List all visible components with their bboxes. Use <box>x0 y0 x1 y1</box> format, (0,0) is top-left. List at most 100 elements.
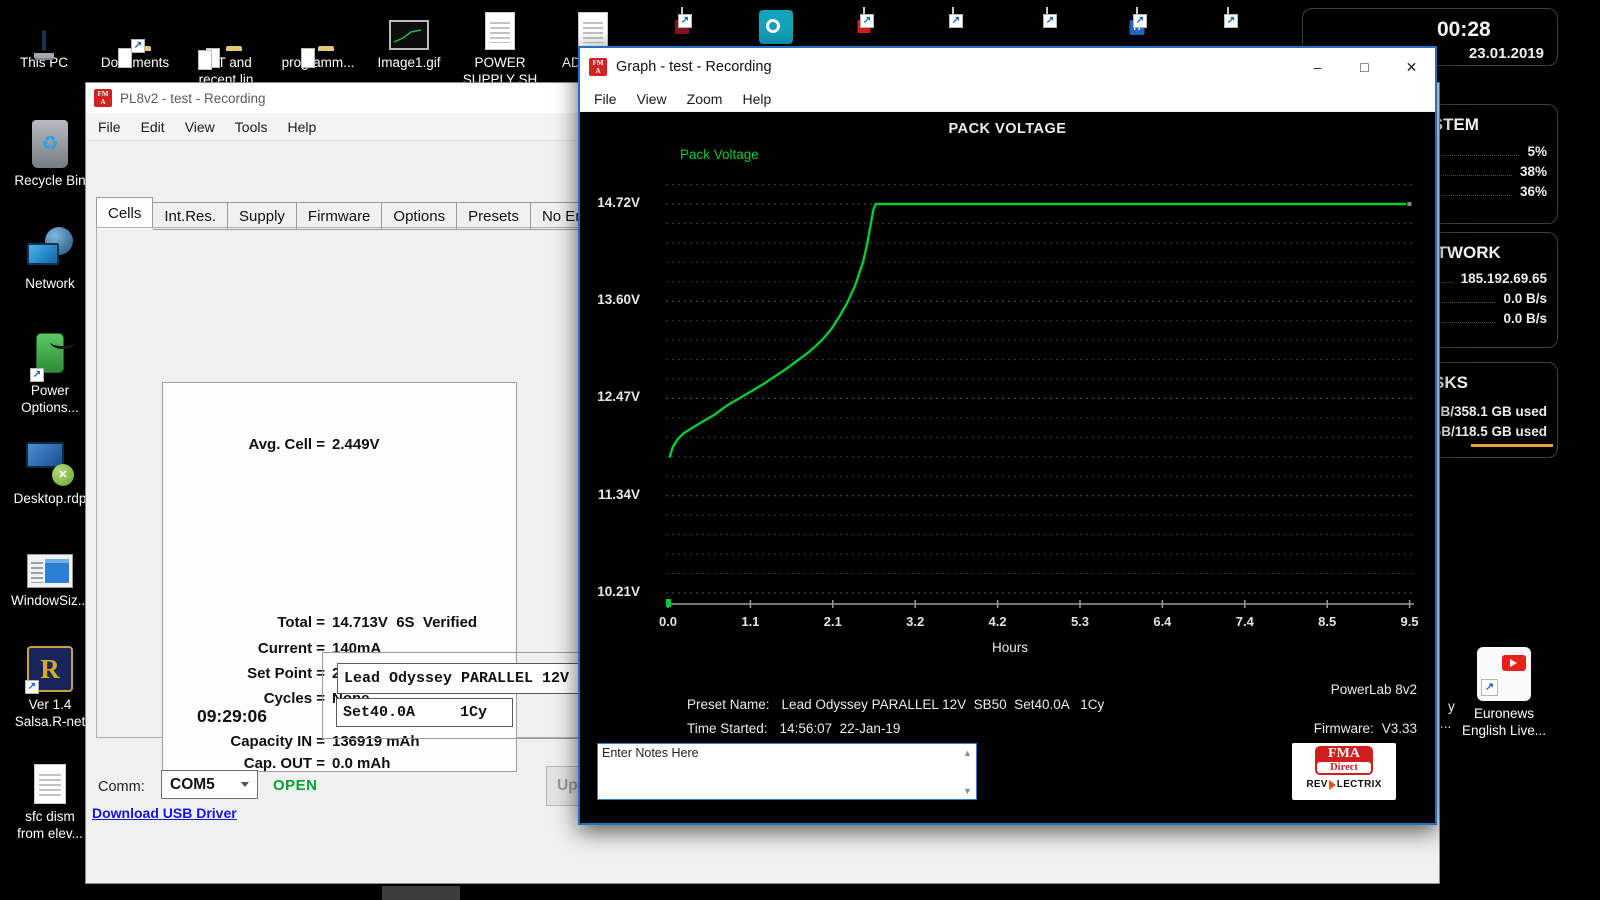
network-globe-icon <box>27 227 73 271</box>
icon-label: Image1.gif <box>365 54 453 71</box>
comm-status: OPEN <box>273 777 318 794</box>
icon-label-line2: English Live... <box>1444 722 1564 739</box>
desktop-shortcut-fma-red[interactable]: ↗ <box>849 8 879 26</box>
desktop-shortcut-plain-2[interactable]: ↗ <box>1213 8 1243 26</box>
shortcut-page-icon: ↗ <box>1046 7 1048 26</box>
menu-help[interactable]: Help <box>732 87 781 111</box>
x-axis-title: Hours <box>960 640 1060 655</box>
close-button[interactable]: ✕ <box>1388 48 1435 86</box>
disk-d-usage-value: GB/118.5 GB used <box>1431 424 1547 439</box>
y-axis-tick-label: 12.47V <box>580 389 640 404</box>
menu-tools[interactable]: Tools <box>225 115 278 139</box>
desktop-shortcut-blue-h[interactable]: H↗ <box>1122 8 1152 26</box>
cycles-label: Cycles = <box>163 690 325 707</box>
tab-presets[interactable]: Presets <box>457 202 531 230</box>
menu-file[interactable]: File <box>584 87 627 111</box>
remote-desktop-icon: ✕ <box>26 442 74 486</box>
ip-address-value: 185.192.69.65 <box>1461 271 1547 286</box>
scroll-down-icon[interactable]: ▼ <box>963 786 972 796</box>
menu-view[interactable]: View <box>627 87 677 111</box>
icon-label: programm... <box>274 54 362 71</box>
tab-cells[interactable]: Cells <box>96 197 153 229</box>
menu-file[interactable]: File <box>88 115 131 139</box>
tab-int-res[interactable]: Int.Res. <box>153 202 228 230</box>
time-started-value: 14:56:07 22-Jan-19 <box>780 721 901 736</box>
desktop-icon-image1-gif[interactable]: Image1.gif <box>365 8 453 71</box>
ram-usage-value: 38% <box>1520 164 1547 179</box>
logo-fma-text: FMA <box>1317 747 1371 761</box>
device-name: PowerLab 8v2 <box>1331 682 1417 697</box>
y-axis-tick-label: 10.21V <box>580 584 640 599</box>
icon-label: Documents <box>91 54 179 71</box>
graph-window: FMA Graph - test - Recording – □ ✕ File … <box>578 46 1437 825</box>
firmware-value: V3.33 <box>1382 721 1417 736</box>
disk-c-usage-value: GB/358.1 GB used <box>1430 404 1547 419</box>
bottom-strip <box>0 884 1600 900</box>
cpu-usage-value: 5% <box>1527 144 1547 159</box>
y-axis-tick-label: 13.60V <box>580 292 640 307</box>
recycle-bin-icon: ♻ <box>32 120 68 168</box>
firmware-label: Firmware: <box>1314 721 1374 736</box>
logo-arrow-icon <box>1329 780 1336 790</box>
x-axis-tick-label: 5.3 <box>1056 614 1104 629</box>
r-app-icon: R↗ <box>27 646 73 692</box>
y-axis-tick-label: 11.34V <box>580 487 640 502</box>
minimize-button[interactable]: – <box>1294 48 1341 86</box>
document-icon <box>34 764 66 804</box>
menu-edit[interactable]: Edit <box>131 115 175 139</box>
com-port-select[interactable]: COM5 <box>161 770 258 799</box>
download-speed-value: 0.0 B/s <box>1503 311 1547 326</box>
download-usb-driver-link[interactable]: Download USB Driver <box>92 805 237 821</box>
x-axis-tick-label: 2.1 <box>809 614 857 629</box>
total-label: Total = <box>163 614 325 631</box>
menu-zoom[interactable]: Zoom <box>677 87 733 111</box>
desktop-icon-programm[interactable]: programm... <box>274 8 362 71</box>
menu-help[interactable]: Help <box>277 115 326 139</box>
x-axis-tick-label: 6.4 <box>1138 614 1186 629</box>
icon-label: TXT and <box>182 54 270 71</box>
disk-usage-bar <box>1471 444 1553 447</box>
window-title: PL8v2 - test - Recording <box>120 91 266 106</box>
shortcut-page-icon: ↗ <box>681 7 683 26</box>
tab-supply[interactable]: Supply <box>228 202 297 230</box>
preset-name-display: Lead Odyssey PARALLEL 12V <box>337 663 594 694</box>
desktop-icon-txt-folder[interactable]: TXT and recent lin <box>182 8 270 88</box>
graph-titlebar[interactable]: FMA Graph - test - Recording – □ ✕ <box>580 48 1435 86</box>
logo-lectrix-text: LECTRIX <box>1337 779 1382 790</box>
desktop-shortcut-teal-app[interactable] <box>759 10 793 49</box>
current-label: Current = <box>163 640 325 657</box>
upload-speed-value: 0.0 B/s <box>1503 291 1547 306</box>
graph-menubar: File View Zoom Help <box>580 86 1435 112</box>
menu-view[interactable]: View <box>175 115 225 139</box>
image-thumbnail-icon <box>389 20 429 50</box>
x-axis-tick-label: 8.5 <box>1303 614 1351 629</box>
time-started-label: Time Started: <box>687 721 768 736</box>
desktop-icon-documents[interactable]: ↗ Documents <box>91 8 179 71</box>
desktop-shortcut-plain-1[interactable]: ↗ <box>938 8 968 26</box>
document-icon <box>578 12 608 50</box>
clock-time: 00:28 <box>1437 18 1491 42</box>
desktop-icon-power-supply[interactable]: POWER SUPPLY SH <box>456 8 544 88</box>
desktop-icon-this-pc[interactable]: This PC <box>0 8 88 71</box>
tab-firmware[interactable]: Firmware <box>297 202 383 230</box>
desktop-shortcut-green-orb[interactable]: ↗ <box>1032 8 1062 26</box>
tab-options[interactable]: Options <box>382 202 457 230</box>
x-axis-tick-label: 7.4 <box>1221 614 1269 629</box>
icon-label: Euronews <box>1444 705 1564 722</box>
set-point-label: Set Point = <box>163 665 325 682</box>
document-icon <box>485 12 515 50</box>
notes-input[interactable]: Enter Notes Here <box>597 743 977 800</box>
avg-cell-label: Avg. Cell = <box>163 436 325 453</box>
shortcut-page-icon: ↗ <box>863 7 865 26</box>
clipped-icon-label-fragment: ... <box>1440 716 1451 731</box>
desktop-icon-euronews[interactable]: ↗ Euronews English Live... <box>1444 645 1564 739</box>
maximize-button[interactable]: □ <box>1341 48 1388 86</box>
swap-usage-value: 36% <box>1520 184 1547 199</box>
desktop-shortcut-fma-dark[interactable]: ↗ <box>667 8 697 26</box>
com-port-value: COM5 <box>162 776 241 794</box>
clipped-icon-label-fragment: y <box>1448 699 1455 714</box>
chart-area: PACK VOLTAGE Pack Voltage 14.72V13.60V12… <box>580 112 1435 823</box>
y-axis-tick-label: 14.72V <box>580 195 640 210</box>
logo-rev-text: REV <box>1306 779 1327 790</box>
scroll-up-icon[interactable]: ▲ <box>963 748 972 758</box>
